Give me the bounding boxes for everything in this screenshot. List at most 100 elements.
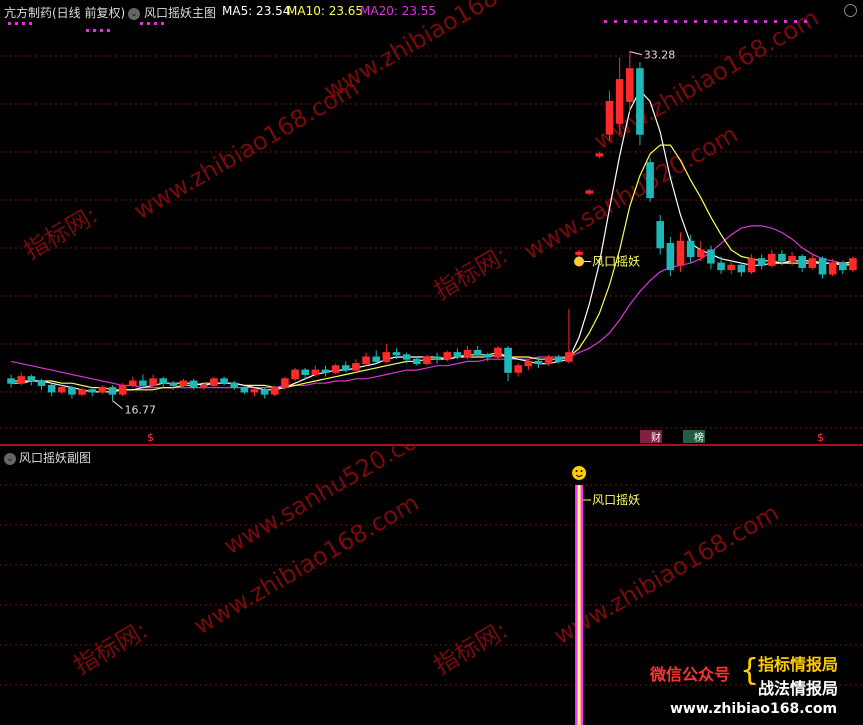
candle-body	[210, 378, 218, 386]
candle-body	[7, 378, 15, 384]
candle-body	[788, 256, 796, 262]
candle-body	[473, 349, 482, 356]
candle-body	[494, 347, 502, 358]
sub-chart-panel[interactable]: 指标网: www.zhibiao168.com www.sanhu520.com 指标…	[0, 445, 863, 725]
candle-body	[818, 258, 827, 275]
candle-body	[250, 389, 259, 393]
smiley-eye	[575, 470, 578, 472]
candle-body	[179, 380, 188, 386]
candle-body	[808, 258, 817, 268]
candle-body	[838, 262, 847, 271]
ma20-label: MA20: 23.55	[360, 4, 437, 18]
candle-body	[362, 356, 370, 365]
main-indicator-name[interactable]: 风口摇妖主图	[144, 4, 216, 21]
main-chart-svg[interactable]: 指标网:www.zhibiao168.com指标网:www.sanhu520.c…	[0, 0, 863, 445]
candle-body	[656, 221, 665, 249]
candle-body	[565, 352, 573, 362]
top-dot	[93, 29, 96, 32]
sub-wm-brand-2: 指标网:	[429, 616, 512, 680]
sub-wm-brand-1: 指标网:	[69, 616, 152, 680]
sub-chart-svg[interactable]: 指标网:www.zhibiao168.comwww.sanhu520.com指标…	[0, 445, 863, 725]
candle-body	[230, 382, 239, 389]
candle-body	[57, 387, 66, 393]
candle-body	[68, 387, 76, 395]
candle-body	[260, 389, 269, 395]
candle-body	[382, 352, 391, 362]
candle-body	[37, 380, 46, 386]
candle-body	[270, 387, 279, 395]
candle-body	[402, 354, 411, 360]
candle-body	[696, 249, 705, 258]
low-price-label: 16.77	[125, 404, 157, 417]
candle-body	[554, 356, 563, 362]
top-dot	[22, 22, 25, 25]
main-chart-panel[interactable]: 指标网: www.zhibiao168.com 指标网: www.sanhu520.c…	[0, 0, 863, 445]
candle-body	[433, 356, 441, 360]
candle-body	[544, 356, 553, 365]
candle-body	[757, 258, 766, 266]
candle-body	[321, 369, 330, 373]
top-dot	[147, 22, 150, 25]
sub-chart-header: ⌄ 风口摇妖副图	[0, 445, 863, 467]
candle-body	[88, 389, 97, 393]
candle-body	[199, 384, 208, 389]
candle-body	[483, 354, 492, 358]
candle-body	[504, 347, 512, 373]
candle-body	[118, 384, 127, 395]
ma10-label: MA10: 23.65	[287, 4, 364, 18]
candle-body	[636, 68, 644, 135]
candle-body	[17, 376, 26, 384]
top-dot	[100, 29, 103, 32]
candle-body	[747, 258, 756, 273]
candle-body	[341, 365, 350, 371]
report-tag: 财	[651, 431, 661, 444]
signal-main-label: 风口摇妖	[592, 255, 640, 269]
candle-body	[108, 387, 117, 395]
signal-sub-label: 风口摇妖	[592, 493, 640, 507]
candle-body	[849, 258, 857, 271]
candle-body	[149, 378, 157, 386]
candle-body	[220, 378, 228, 384]
brace-icon: {	[740, 653, 760, 688]
candle-body	[585, 190, 594, 194]
candle-body	[331, 365, 340, 373]
candle-body	[717, 262, 725, 271]
top-dot	[154, 22, 157, 25]
promo-line2: 战法情报局	[758, 679, 839, 698]
top-dot	[86, 29, 89, 32]
sub-indicator-name[interactable]: 风口摇妖副图	[19, 449, 91, 466]
panel-toggle-icon[interactable]	[844, 4, 857, 17]
candle-body	[240, 387, 249, 393]
ma20-line	[10, 225, 853, 389]
dollar-icon: $	[817, 431, 824, 444]
candle-body	[412, 358, 421, 365]
wm-brand-1: 指标网:	[19, 201, 102, 265]
top-dot	[8, 22, 11, 25]
candle-body	[128, 380, 137, 386]
signal-coin-icon	[574, 256, 585, 267]
candle-body	[605, 100, 614, 135]
high-pointer	[629, 51, 642, 56]
stock-title[interactable]: 亢方制药(日线 前复权)	[4, 4, 125, 21]
main-chart-header: 亢方制药(日线 前复权) ⌄ 风口摇妖主图 MA5: 23.54 MA10: 2…	[4, 4, 437, 21]
low-pointer	[112, 400, 123, 410]
candle-body	[727, 264, 736, 271]
candle-body	[676, 240, 685, 266]
candle-body	[463, 349, 472, 358]
candle-body	[139, 380, 147, 386]
dollar-icon: $	[147, 431, 154, 444]
sub-wm-site1-2: www.zhibiao168.com	[549, 499, 784, 651]
candle-body	[778, 253, 786, 262]
top-dot	[140, 22, 143, 25]
candle-body	[707, 249, 715, 264]
candle-body	[78, 389, 86, 395]
candle-body	[828, 262, 837, 275]
candle-body	[514, 365, 523, 373]
candle-body	[625, 68, 634, 102]
candle-body	[595, 153, 604, 157]
ma10-line	[11, 144, 853, 391]
candle-body	[423, 356, 431, 365]
candle-body	[767, 253, 776, 266]
candle-body	[524, 360, 533, 367]
candle-body	[98, 387, 107, 393]
